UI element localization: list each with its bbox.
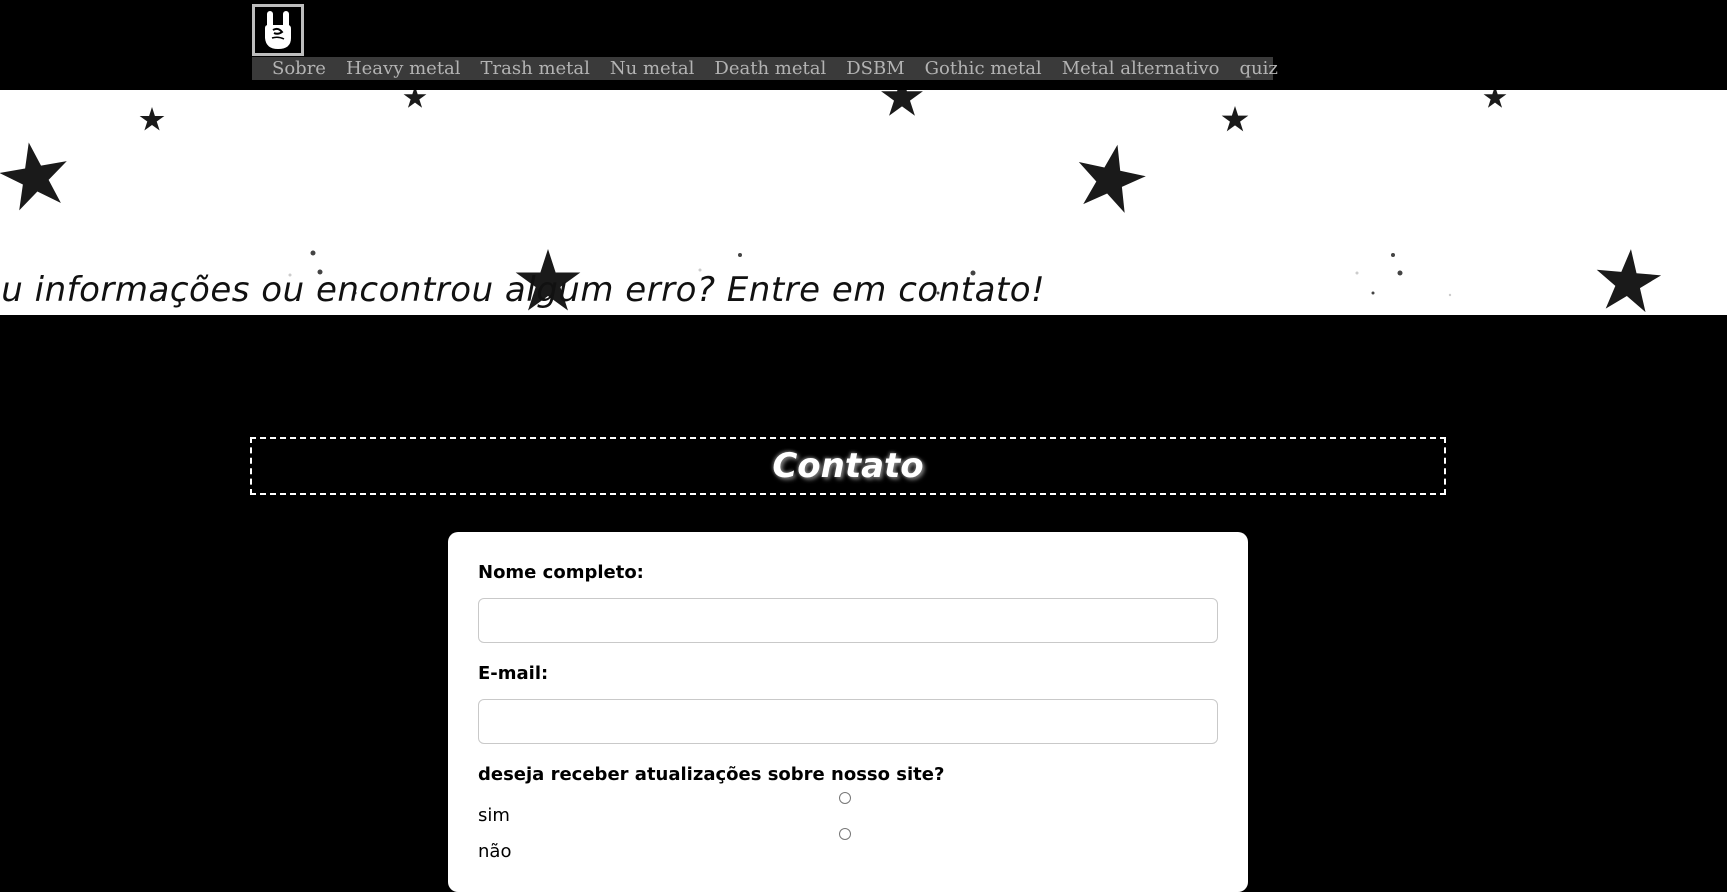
contact-form: Nome completo: E-mail: deseja receber at… <box>448 532 1248 892</box>
logo[interactable] <box>252 4 304 56</box>
site-header: Sobre Heavy metal Trash metal Nu metal D… <box>0 0 1727 90</box>
radio-no[interactable] <box>839 828 851 840</box>
radio-yes[interactable] <box>839 792 851 804</box>
nav-link-dsbm[interactable]: DSBM <box>846 58 904 79</box>
option-yes-label: sim <box>478 805 510 826</box>
nav-link-quiz[interactable]: quiz <box>1240 58 1278 79</box>
email-label: E-mail: <box>478 663 549 684</box>
name-input[interactable] <box>478 598 1218 643</box>
updates-question: deseja receber atualizações sobre nosso … <box>478 764 945 785</box>
contact-title-box: Contato <box>250 437 1446 495</box>
main-nav: Sobre Heavy metal Trash metal Nu metal D… <box>252 57 1278 80</box>
name-label: Nome completo: <box>478 562 644 583</box>
marquee-text: ou informações ou encontrou algum erro? … <box>0 270 1046 310</box>
nav-link-gothic-metal[interactable]: Gothic metal <box>925 58 1042 79</box>
stars-banner: ou informações ou encontrou algum erro? … <box>0 90 1727 315</box>
option-no-label: não <box>478 841 512 862</box>
nav-link-death-metal[interactable]: Death metal <box>714 58 826 79</box>
email-input[interactable] <box>478 699 1218 744</box>
nav-link-sobre[interactable]: Sobre <box>272 58 326 79</box>
nav-link-nu-metal[interactable]: Nu metal <box>610 58 695 79</box>
nav-link-metal-alternativo[interactable]: Metal alternativo <box>1062 58 1220 79</box>
page-title: Contato <box>772 446 924 486</box>
nav-link-trash-metal[interactable]: Trash metal <box>481 58 590 79</box>
nav-link-heavy-metal[interactable]: Heavy metal <box>346 58 461 79</box>
rock-hand-icon <box>265 11 291 49</box>
